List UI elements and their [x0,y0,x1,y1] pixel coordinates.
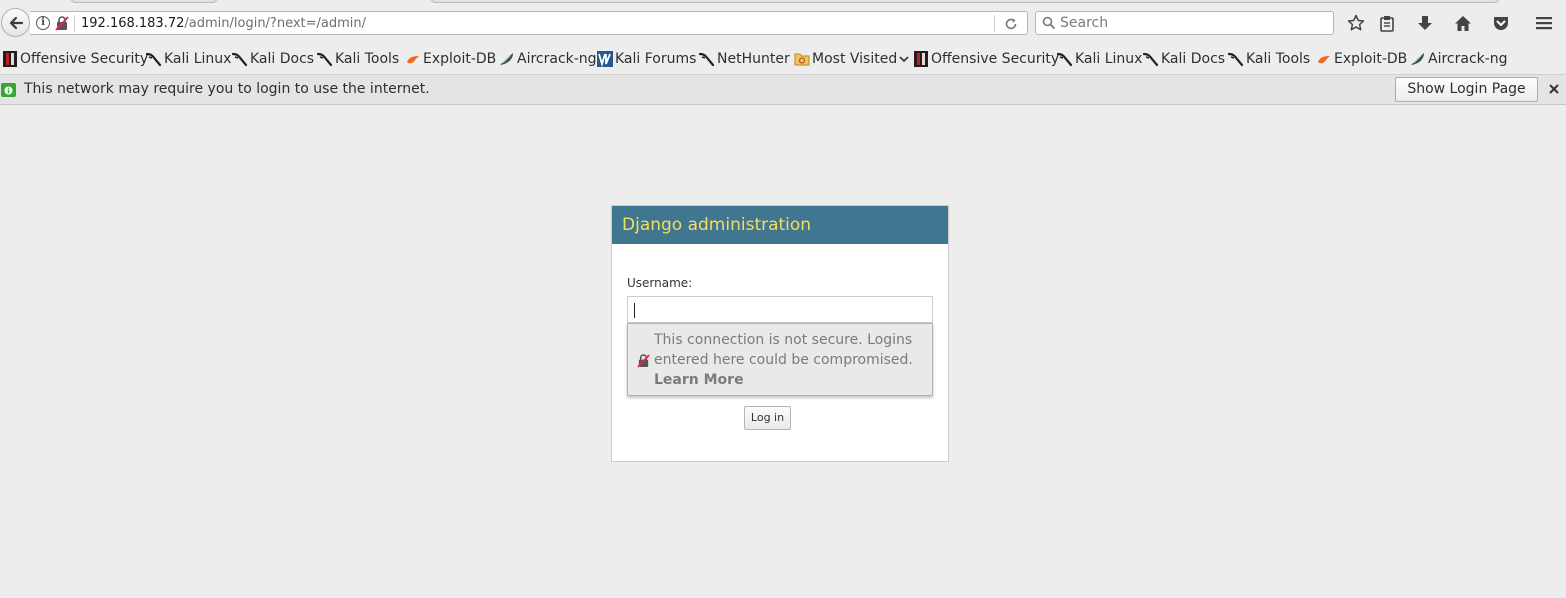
search-placeholder: Search [1060,15,1109,31]
aircrack-icon [499,51,515,67]
bookmark-label: Exploit-DB [423,51,497,67]
home-button[interactable] [1452,12,1474,34]
bookmark-label: NetHunter [717,51,790,67]
star-icon [1347,14,1365,31]
bookmark-label: Kali Linux [164,51,232,67]
bookmark-folder-most-visited[interactable]: Most Visited [794,50,909,68]
bookmark-label: Aircrack-ng [517,51,597,67]
insecure-lock-icon[interactable] [55,16,69,31]
bookmark-label: Kali Forums [615,51,697,67]
bookmark-label: Kali Docs [1161,51,1226,67]
kali-dragon-icon [1143,51,1159,67]
login-form-container: Django administration Username: This con… [611,205,949,462]
bookmark-exploit-db[interactable]: Exploit-DB [405,50,496,68]
exploitdb-icon [1316,51,1332,67]
bookmark-label: Exploit-DB [1334,51,1408,67]
browser-tab[interactable] [70,0,218,3]
kali-dragon-icon [1057,51,1073,67]
show-login-page-button[interactable]: Show Login Page [1395,77,1538,102]
kali-forums-icon [597,51,613,67]
username-label: Username: [627,276,693,290]
network-info-icon [1,83,16,97]
bookmark-exploit-db[interactable]: Exploit-DB [1316,50,1407,68]
folder-icon [794,51,810,67]
insecure-login-warning-popup: This connection is not secure. Logins en… [627,323,933,396]
offsec-icon [913,51,929,67]
bookmark-kali-linux[interactable]: Kali Linux [146,50,231,68]
username-input[interactable] [627,296,933,323]
bookmark-label: Kali Tools [1246,51,1311,67]
bookmark-label: Kali Docs [250,51,315,67]
insecure-warning-text: This connection is not secure. Logins en… [654,332,913,368]
download-arrow-icon [1418,15,1432,30]
bookmark-aircrack-ng[interactable]: Aircrack-ng [499,50,597,68]
bookmark-kali-tools[interactable]: Kali Tools [317,50,399,68]
bookmark-label: Most Visited [812,51,898,67]
kali-dragon-icon [1228,51,1244,67]
bookmark-kali-linux[interactable]: Kali Linux [1057,50,1142,68]
home-icon [1455,15,1471,31]
search-icon [1042,16,1056,30]
log-in-button[interactable]: Log in [744,406,791,430]
clipboard-icon [1380,15,1394,32]
captive-portal-notification: This network may require you to login to… [0,74,1566,105]
offsec-icon [2,51,18,67]
text-cursor [634,303,635,318]
bookmark-offensive-security[interactable]: Offensive Security [913,50,1059,68]
bookmark-kali-tools[interactable]: Kali Tools [1228,50,1310,68]
kali-dragon-icon [699,51,715,67]
back-button[interactable] [1,8,30,37]
url-bar[interactable]: i 192.168.183.72/admin/login/?next=/admi… [30,11,1028,35]
learn-more-link[interactable]: Learn More [654,370,744,390]
bookmark-nethunter[interactable]: NetHunter [699,50,790,68]
menu-button[interactable] [1533,12,1555,34]
bookmark-label: Kali Tools [335,51,400,67]
bookmark-aircrack-ng[interactable]: Aircrack-ng [1410,50,1508,68]
notification-text: This network may require you to login to… [24,81,430,97]
reading-list-button[interactable] [1376,12,1398,34]
kali-dragon-icon [146,51,162,67]
chevron-down-icon [899,55,909,63]
close-icon[interactable] [1547,82,1561,96]
site-title: Django administration [622,215,812,235]
kali-dragon-icon [232,51,248,67]
aircrack-icon [1410,51,1426,67]
reload-icon [1005,18,1017,29]
hamburger-menu-icon [1536,17,1552,30]
bookmark-label: Kali Linux [1075,51,1143,67]
bookmark-star-button[interactable] [1345,12,1367,34]
kali-dragon-icon [317,51,333,67]
url-text[interactable]: 192.168.183.72/admin/login/?next=/admin/ [81,15,366,32]
pocket-icon [1494,16,1508,30]
url-separator [74,15,75,32]
downloads-button[interactable] [1414,12,1436,34]
bookmark-label: Offensive Security [20,51,149,67]
bookmarks-toolbar: Offensive Security Kali Linux Kali Docs … [0,46,1566,72]
url-host: 192.168.183.72 [81,16,185,31]
site-header: Django administration [612,206,948,244]
url-path: /admin/login/?next=/admin/ [184,16,367,31]
pocket-button[interactable] [1490,12,1512,34]
bookmark-label: Aircrack-ng [1428,51,1508,67]
bookmark-offensive-security[interactable]: Offensive Security [2,50,148,68]
exploitdb-icon [405,51,421,67]
bookmark-kali-docs[interactable]: Kali Docs [232,50,314,68]
reload-button[interactable] [1002,15,1020,32]
back-arrow-icon [9,16,23,29]
url-separator [994,15,995,32]
bookmark-label: Offensive Security [931,51,1060,67]
bookmark-kali-docs[interactable]: Kali Docs [1143,50,1225,68]
insecure-lock-icon [637,354,650,368]
navigation-toolbar: i 192.168.183.72/admin/login/?next=/admi… [0,0,1566,44]
search-bar[interactable]: Search [1035,11,1334,35]
site-info-icon[interactable]: i [36,16,50,30]
bookmark-kali-forums[interactable]: Kali Forums [597,50,696,68]
browser-tab-active[interactable] [430,0,1500,3]
